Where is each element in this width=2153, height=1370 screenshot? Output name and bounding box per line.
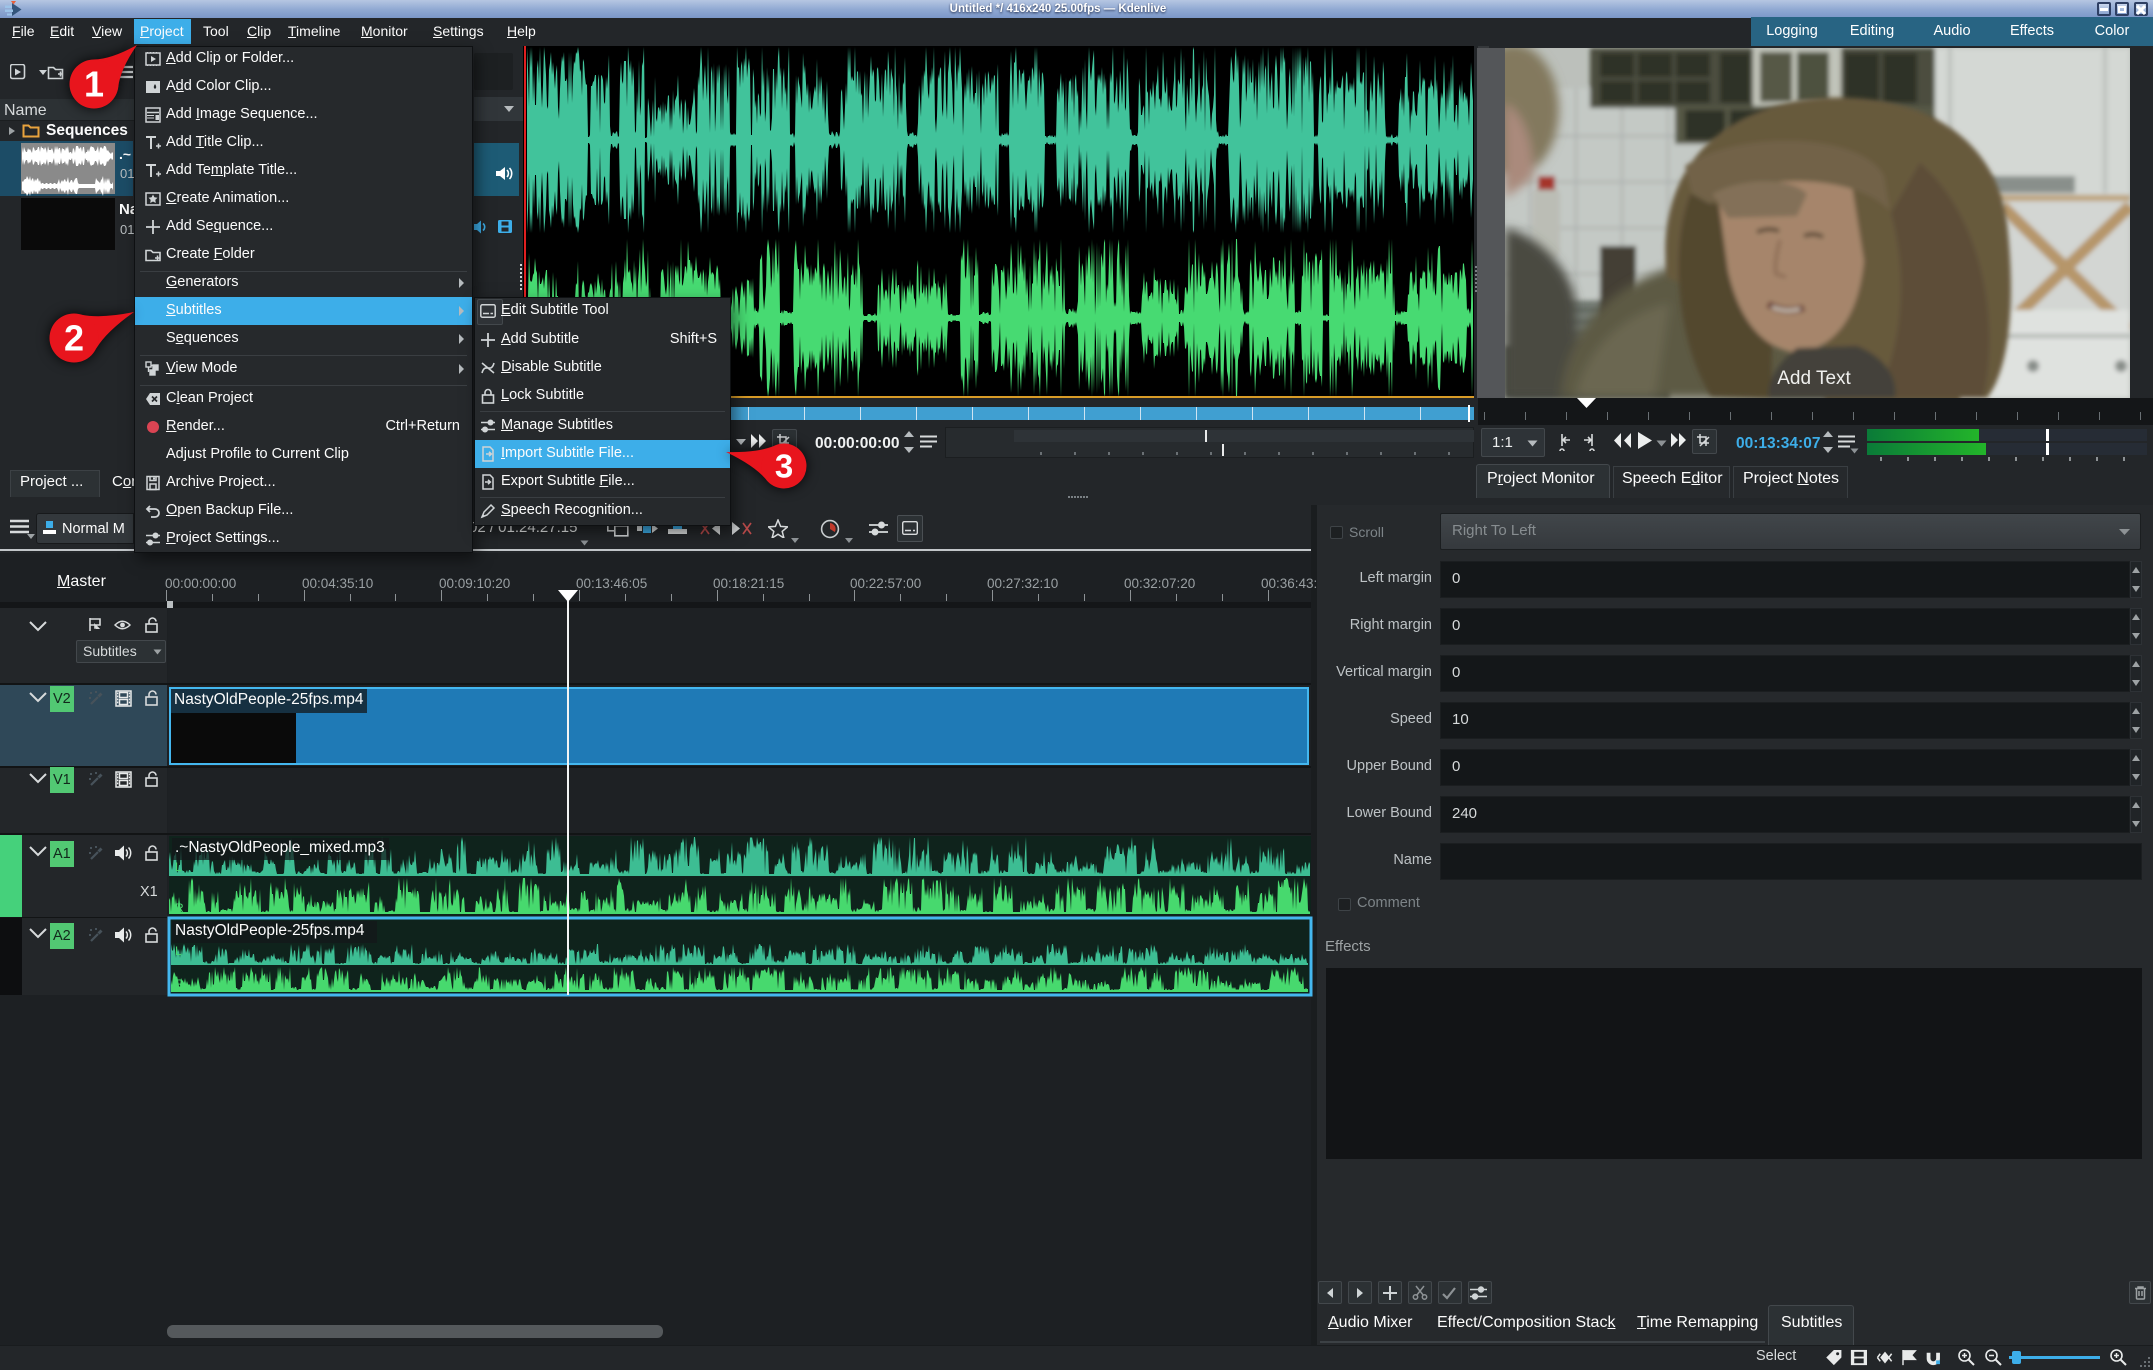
svg-text:3: 3 <box>775 448 793 485</box>
